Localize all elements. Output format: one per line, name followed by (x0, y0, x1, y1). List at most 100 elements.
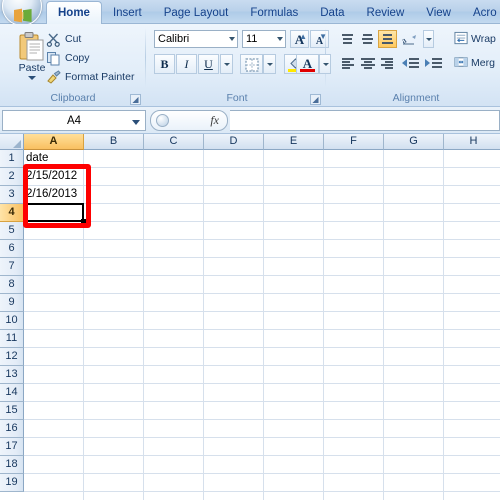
grid-line-horizontal (24, 347, 500, 348)
font-name-input[interactable]: Calibri (154, 30, 238, 48)
row-header-7[interactable]: 7 (0, 258, 24, 276)
copy-label: Copy (65, 52, 90, 64)
shrink-font-button[interactable]: A ▼ (310, 30, 329, 48)
row-header-9[interactable]: 9 (0, 294, 24, 312)
align-middle-button[interactable] (358, 30, 377, 48)
column-header-g[interactable]: G (384, 134, 444, 150)
cell-A1[interactable]: date (24, 150, 84, 168)
font-size-input[interactable]: 11 (242, 30, 286, 48)
cancel-icon[interactable] (156, 114, 169, 127)
row-header-13[interactable]: 13 (0, 366, 24, 384)
ribbon-tabs: Home Insert Page Layout Formulas Data Re… (46, 0, 500, 24)
cut-button[interactable]: Cut (46, 30, 81, 48)
font-color-dropdown[interactable] (319, 54, 331, 74)
row-header-12[interactable]: 12 (0, 348, 24, 366)
tab-view[interactable]: View (415, 3, 462, 24)
row-header-5[interactable]: 5 (0, 222, 24, 240)
font-size-value: 11 (246, 33, 258, 45)
row-header-8[interactable]: 8 (0, 276, 24, 294)
column-header-a[interactable]: A (24, 134, 84, 150)
ribbon-group-clipboard: Paste Cut Copy Format Painter Clipboard … (0, 24, 146, 107)
grow-font-button[interactable]: A ▲ (290, 30, 309, 48)
row-header-15[interactable]: 15 (0, 402, 24, 420)
borders-button[interactable] (240, 54, 263, 74)
tab-acrobat[interactable]: Acro (462, 3, 500, 24)
underline-dropdown[interactable] (220, 54, 233, 74)
align-top-button[interactable] (338, 30, 357, 48)
cell-A3[interactable]: 2/16/2013 (24, 186, 84, 204)
row-header-16[interactable]: 16 (0, 420, 24, 438)
italic-button[interactable]: I (176, 54, 197, 74)
office-button[interactable] (2, 0, 42, 26)
row-header-19[interactable]: 19 (0, 474, 24, 492)
name-box[interactable]: A4 (2, 110, 146, 131)
grid-line-horizontal (24, 275, 500, 276)
column-header-d[interactable]: D (204, 134, 264, 150)
grid-line-horizontal (24, 221, 500, 222)
row-header-3[interactable]: 3 (0, 186, 24, 204)
row-header-10[interactable]: 10 (0, 312, 24, 330)
underline-label: U (204, 57, 213, 71)
underline-button[interactable]: U (198, 54, 219, 74)
cell-A2[interactable]: 2/15/2012 (24, 168, 84, 186)
chevron-down-icon[interactable] (132, 120, 140, 125)
row-header-11[interactable]: 11 (0, 330, 24, 348)
align-right-button[interactable] (378, 54, 397, 72)
column-header-b[interactable]: B (84, 134, 144, 150)
grid-line-horizontal (24, 491, 500, 492)
name-box-value: A4 (66, 115, 82, 127)
row-header-18[interactable]: 18 (0, 456, 24, 474)
align-bottom-button[interactable] (378, 30, 397, 48)
font-name-value: Calibri (158, 33, 190, 45)
orientation-dropdown[interactable] (423, 30, 434, 48)
grid-line-horizontal (24, 437, 500, 438)
fill-handle[interactable] (81, 219, 86, 224)
copy-button[interactable]: Copy (46, 49, 90, 67)
column-header-e[interactable]: E (264, 134, 324, 150)
row-header-2[interactable]: 2 (0, 168, 24, 186)
grid-line-horizontal (24, 257, 500, 258)
align-left-button[interactable] (338, 54, 357, 72)
formula-input[interactable] (230, 110, 500, 131)
tab-formulas[interactable]: Formulas (239, 3, 309, 24)
selected-cell-a4[interactable] (24, 203, 84, 222)
align-center-button[interactable] (358, 54, 377, 72)
tab-data[interactable]: Data (309, 3, 355, 24)
cell-area[interactable]: date 2/15/2012 2/16/2013 (24, 150, 500, 500)
borders-dropdown[interactable] (263, 54, 276, 74)
orientation-icon: a (399, 35, 416, 46)
orientation-button[interactable]: a (399, 30, 423, 48)
clipboard-dialog-launcher[interactable]: ◢ (130, 94, 141, 105)
tab-review[interactable]: Review (356, 3, 416, 24)
grid-line-horizontal (24, 401, 500, 402)
paste-dropdown-arrow[interactable] (28, 76, 36, 80)
copy-icon (46, 51, 61, 66)
grid-line-horizontal (24, 365, 500, 366)
row-header-14[interactable]: 14 (0, 384, 24, 402)
row-header-4[interactable]: 4 (0, 204, 24, 222)
increase-indent-button[interactable] (423, 54, 445, 72)
grid-line-horizontal (24, 311, 500, 312)
alignment-group-body: a Wrap Merg (332, 26, 500, 89)
grid-line-horizontal (24, 329, 500, 330)
column-header-c[interactable]: C (144, 134, 204, 150)
font-color-button[interactable]: A (296, 54, 319, 74)
row-header-6[interactable]: 6 (0, 240, 24, 258)
tab-insert[interactable]: Insert (102, 3, 153, 24)
row-header-1[interactable]: 1 (0, 150, 24, 168)
select-all-button[interactable] (0, 134, 24, 150)
bold-button[interactable]: B (154, 54, 175, 74)
tab-home[interactable]: Home (46, 1, 102, 24)
format-painter-button[interactable]: Format Painter (46, 68, 134, 86)
chevron-down-icon[interactable] (229, 37, 235, 41)
chevron-down-icon (267, 63, 273, 66)
chevron-down-icon[interactable] (277, 37, 283, 41)
tab-page-layout[interactable]: Page Layout (153, 3, 240, 24)
column-header-h[interactable]: H (444, 134, 500, 150)
decrease-indent-button[interactable] (400, 54, 422, 72)
insert-function-icon[interactable]: fx (210, 113, 219, 128)
font-dialog-launcher[interactable]: ◢ (310, 94, 321, 105)
row-header-17[interactable]: 17 (0, 438, 24, 456)
column-header-f[interactable]: F (324, 134, 384, 150)
font-color-swatch (300, 69, 315, 72)
